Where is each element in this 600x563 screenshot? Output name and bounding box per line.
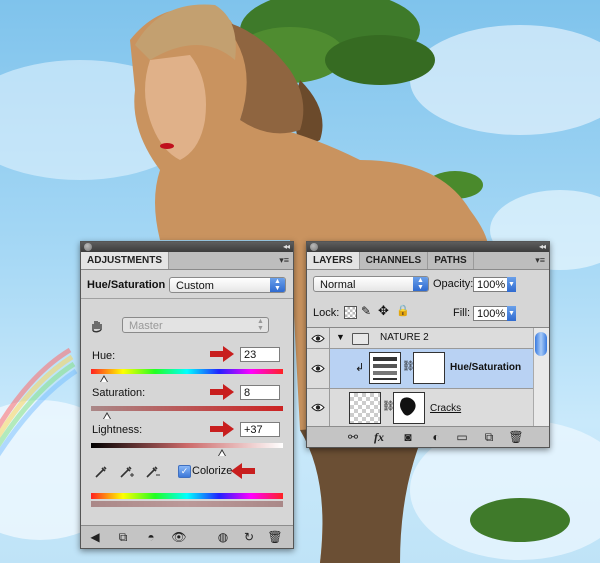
layer-name-cracks: Cracks: [430, 403, 462, 414]
adjustments-tab-bar: ADJUSTMENTS ▾≡: [81, 252, 293, 270]
layers-list: ▼ NATURE 2 ↲ ⛓ Hue/Saturation ⛓ Cracks: [307, 327, 549, 426]
preset-value: Custom: [176, 280, 214, 292]
back-arrow-icon[interactable]: ◀: [87, 530, 103, 544]
output-color-ramp: [91, 501, 283, 507]
link-icon[interactable]: ⚯: [345, 430, 361, 444]
layer-row[interactable]: ⛓ Cracks: [307, 389, 534, 426]
channel-select[interactable]: Master ▲ ▼: [122, 317, 269, 333]
saturation-slider-thumb[interactable]: [103, 412, 111, 419]
eyedropper-minus-icon[interactable]: [145, 465, 161, 482]
red-arrow-icon: [210, 384, 234, 400]
close-panel-icon[interactable]: [310, 243, 318, 251]
adjustments-panel: ◂◂ ADJUSTMENTS ▾≡ Hue/Saturation Custom …: [80, 241, 294, 549]
input-color-ramp: [91, 493, 283, 499]
lightness-slider-track[interactable]: [91, 443, 283, 448]
trash-icon[interactable]: 🗑: [267, 530, 283, 544]
adjustment-thumbnail: [369, 352, 401, 384]
lightness-input[interactable]: +37: [240, 422, 280, 437]
mask-thumbnail: [413, 352, 445, 384]
adjustments-bottom-toolbar: ◀ ⧉ ◓ 👁 ◍ ↻ 🗑: [81, 525, 293, 548]
fx-icon[interactable]: fx: [371, 430, 387, 444]
lightness-slider-thumb[interactable]: [218, 449, 226, 456]
clipping-arrow-icon: ↲: [355, 362, 365, 374]
panel-view-icon[interactable]: ⧉: [115, 530, 131, 544]
layer-row-selected[interactable]: ↲ ⛓ Hue/Saturation: [307, 349, 534, 389]
visibility-eye-icon[interactable]: 👁: [171, 530, 187, 544]
clip-layer-icon[interactable]: ◓: [143, 530, 159, 544]
visibility-eye-icon[interactable]: [307, 389, 330, 426]
lock-label: Lock:: [313, 307, 340, 319]
layers-tab-bar: LAYERS CHANNELS PATHS ▾≡: [307, 252, 549, 270]
fill-value: 100%: [477, 308, 506, 320]
lock-move-icon[interactable]: ✥: [378, 303, 389, 319]
hand-adjust-icon[interactable]: [90, 319, 104, 333]
select-arrows-icon: ▲ ▼: [270, 278, 285, 292]
colorize-checkbox[interactable]: ✓: [178, 465, 191, 478]
layer-thumbnail: [349, 392, 381, 424]
visibility-eye-icon[interactable]: [307, 349, 330, 388]
eyedropper-icon[interactable]: [94, 465, 108, 482]
panel-menu-icon[interactable]: ▾≡: [535, 255, 545, 266]
layer-group-row[interactable]: ▼ NATURE 2: [307, 328, 534, 349]
saturation-label: Saturation:: [92, 387, 146, 399]
saturation-slider-track[interactable]: [91, 406, 283, 411]
adjustment-layer-icon[interactable]: ◐: [428, 430, 444, 444]
new-layer-icon[interactable]: ⧉: [481, 430, 497, 444]
layer-name-hue-saturation: Hue/Saturation: [450, 362, 522, 373]
mask-icon[interactable]: ◙: [400, 430, 416, 444]
select-arrows-icon: ▲ ▼: [413, 277, 428, 291]
channel-value: Master: [129, 320, 163, 332]
red-arrow-icon: [210, 421, 234, 437]
fill-dropdown-icon[interactable]: ▼: [507, 306, 516, 321]
layers-panel: ◂◂ LAYERS CHANNELS PATHS ▾≡ Normal ▲ ▼ Op…: [306, 241, 550, 448]
group-name: NATURE 2: [380, 332, 429, 343]
folder-icon: [352, 333, 369, 345]
opacity-label: Opacity:: [433, 278, 474, 290]
tab-adjustments[interactable]: ADJUSTMENTS: [81, 252, 170, 269]
lightness-label: Lightness:: [92, 424, 143, 436]
preset-select[interactable]: Custom ▲ ▼: [169, 277, 286, 293]
panel-menu-icon[interactable]: ▾≡: [279, 255, 289, 266]
expand-triangle-icon[interactable]: ▼: [336, 332, 345, 342]
red-arrow-icon: [210, 346, 234, 362]
mask-thumbnail: [393, 392, 425, 424]
trash-icon[interactable]: 🗑: [508, 430, 524, 444]
saturation-input[interactable]: 8: [240, 385, 280, 400]
tab-channels[interactable]: CHANNELS: [360, 252, 429, 269]
divider: [81, 298, 293, 299]
red-arrow-left-icon: [231, 463, 255, 479]
lock-all-icon[interactable]: 🔒: [396, 304, 410, 317]
lock-brush-icon[interactable]: ✎: [361, 304, 371, 318]
visibility-eye-icon[interactable]: [307, 328, 330, 348]
colorize-label[interactable]: Colorize: [192, 465, 232, 477]
tab-layers[interactable]: LAYERS: [307, 252, 360, 269]
adjustment-name: Hue/Saturation: [87, 279, 166, 291]
lock-transparency-icon[interactable]: [344, 306, 357, 319]
collapse-panel-icon[interactable]: ◂◂: [283, 242, 290, 252]
tab-paths[interactable]: PATHS: [428, 252, 474, 269]
layers-scrollbar[interactable]: [533, 328, 549, 426]
fill-label: Fill:: [453, 307, 471, 319]
opacity-dropdown-icon[interactable]: ▼: [507, 277, 516, 292]
blend-mode-select[interactable]: Normal ▲ ▼: [313, 276, 429, 292]
hue-label: Hue:: [92, 350, 116, 362]
hue-slider-track[interactable]: [91, 369, 283, 374]
scrollbar-thumb[interactable]: [535, 332, 547, 356]
close-panel-icon[interactable]: [84, 243, 92, 251]
eyedropper-plus-icon[interactable]: [119, 465, 135, 482]
hue-input[interactable]: 23: [240, 347, 280, 362]
hue-slider-thumb[interactable]: [100, 375, 108, 382]
collapse-panel-icon[interactable]: ◂◂: [539, 242, 546, 252]
reset-icon[interactable]: ↻: [241, 530, 257, 544]
select-arrows-icon: ▲ ▼: [257, 318, 264, 332]
opacity-value: 100%: [477, 279, 506, 291]
previous-state-icon[interactable]: ◍: [215, 530, 231, 544]
adjustments-titlebar[interactable]: ◂◂: [81, 242, 293, 252]
layers-titlebar[interactable]: ◂◂: [307, 242, 549, 252]
layers-bottom-toolbar: ⚯ fx ◙ ◐ ▭ ⧉ 🗑: [307, 426, 549, 447]
folder-icon[interactable]: ▭: [454, 430, 470, 444]
blend-mode-value: Normal: [320, 279, 356, 291]
